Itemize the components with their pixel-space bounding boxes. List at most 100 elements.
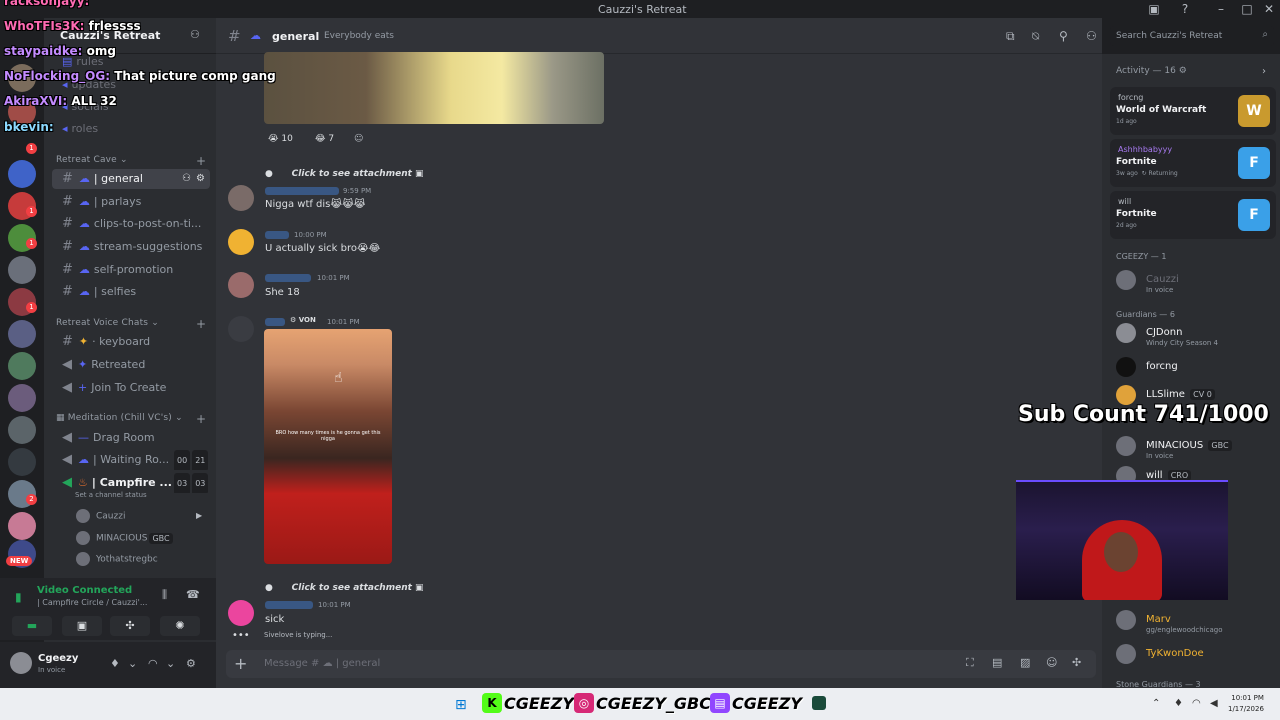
add-channel-icon[interactable]: + [196, 317, 206, 331]
members-icon[interactable]: ⚇ [1086, 29, 1097, 43]
avatar[interactable] [228, 600, 254, 626]
voice-channel-join-to-create[interactable]: ◀ + Join To Create [52, 378, 210, 398]
server-icon[interactable] [8, 448, 36, 476]
camera-button[interactable]: ▬ [12, 616, 52, 636]
disconnect-icon[interactable]: ☎ [186, 588, 200, 601]
message-text: Nigga wtf dis😹😹😹 [265, 199, 366, 210]
gear-icon[interactable]: ⚙ [196, 169, 205, 189]
headphones-icon[interactable]: ◠ [148, 657, 158, 670]
username[interactable] [265, 231, 289, 239]
server-icon[interactable] [8, 512, 36, 540]
minimize-icon[interactable]: – [1214, 2, 1228, 16]
chevron-down-icon[interactable]: ⌄ [166, 657, 175, 670]
gift-icon[interactable]: ⛶ [966, 656, 974, 670]
server-icon[interactable] [8, 320, 36, 348]
chevron-up-icon[interactable]: ⌃ [1152, 698, 1160, 709]
reaction[interactable]: 😂 7 [315, 134, 334, 144]
add-member-icon[interactable]: ⚇ [182, 169, 191, 189]
voice-user[interactable]: MINACIOUS GBC [76, 531, 173, 545]
app-icon[interactable] [812, 696, 826, 710]
channel-selfies[interactable]: # ☁ | selfies [52, 282, 210, 302]
maximize-icon[interactable]: □ [1240, 2, 1254, 16]
activity-card[interactable]: Ashhhbabyyy Fortnite 3w ago ↻ Returning … [1110, 139, 1276, 187]
settings-icon[interactable]: ⚙ [186, 657, 196, 670]
chevron-down-icon[interactable]: ⌄ [128, 657, 137, 670]
system-clock[interactable]: 10:01 PM 1/17/2026 [1228, 693, 1264, 715]
chevron-right-icon[interactable]: › [1262, 66, 1266, 77]
noise-icon[interactable]: ⫼ [162, 588, 167, 602]
threads-icon[interactable]: ⧉ [1006, 29, 1015, 44]
voice-channel-drag-room[interactable]: ◀ — Drag Room [52, 428, 210, 448]
volume-icon[interactable]: ◀ [1210, 698, 1218, 709]
avatar[interactable] [228, 272, 254, 298]
server-icon[interactable] [8, 160, 36, 188]
avatar[interactable] [228, 316, 254, 342]
voice-user[interactable]: Yothatstregbc [76, 552, 158, 566]
voice-user[interactable]: Cauzzi [76, 509, 125, 523]
reaction[interactable]: 😭 10 [268, 134, 293, 144]
inbox-icon[interactable]: ▣ [1147, 2, 1161, 16]
soundboard-button[interactable]: ✺ [160, 616, 200, 636]
category-retreat-voice[interactable]: Retreat Voice Chats ⌄ + [56, 317, 206, 331]
voice-channel-campfire[interactable]: ◀ ♨ | Campfire ... 03 03 [52, 473, 210, 493]
username[interactable] [265, 318, 285, 326]
avatar[interactable] [228, 229, 254, 255]
voice-channel-keyboard[interactable]: # ✦ · keyboard [52, 332, 210, 352]
microphone-icon[interactable]: ♦ [110, 657, 120, 670]
add-attachment-icon[interactable]: + [234, 654, 247, 673]
channel-clips[interactable]: # ☁ clips-to-post-on-ti... [52, 214, 210, 234]
voice-connected[interactable]: Video Connected [37, 585, 132, 596]
server-icon[interactable] [8, 256, 36, 284]
category-retreat-cave[interactable]: Retreat Cave ⌄ + [56, 154, 206, 168]
notification-icon[interactable]: ⍉ [1032, 29, 1039, 44]
avatar[interactable] [228, 185, 254, 211]
avatar [1116, 610, 1136, 630]
username[interactable] [265, 601, 313, 609]
gif-icon[interactable]: ▤ [992, 656, 1002, 669]
user-status: In voice [38, 666, 66, 674]
image-attachment[interactable]: BRO how many times is he gonna get this … [264, 329, 392, 564]
sticker-icon[interactable]: ▨ [1020, 656, 1030, 669]
channel-self-promotion[interactable]: # ☁ self-promotion [52, 260, 210, 280]
windows-start-icon[interactable]: ⊞ [455, 697, 467, 713]
category-meditation[interactable]: ▦ Meditation (Chill VC's) ⌄ + [56, 412, 206, 426]
server-icon[interactable] [8, 416, 36, 444]
voice-channel-retreated[interactable]: ◀ ✦ Retreated [52, 355, 210, 375]
channel-topic[interactable]: Everybody eats [324, 31, 394, 41]
search-input[interactable]: Search Cauzzi's Retreat ⌕ [1110, 26, 1274, 46]
message-input[interactable]: + Message # ☁ | general ⛶ ▤ ▨ ☺ ✣ [226, 650, 1096, 678]
server-icon[interactable] [8, 352, 36, 380]
add-reaction-icon[interactable]: ☺ [354, 134, 363, 144]
username[interactable] [265, 187, 339, 195]
close-icon[interactable]: ✕ [1262, 2, 1276, 16]
apps-icon[interactable]: ✣ [1072, 656, 1081, 669]
reply-preview[interactable]: ● Click to see attachment ▣ [265, 583, 424, 593]
channel-general[interactable]: # ☁ | general ⚇ ⚙ [52, 169, 210, 189]
server-icon[interactable] [8, 384, 36, 412]
voice-channel-path[interactable]: | Campfire Circle / Cauzzi'... [37, 598, 147, 607]
channel-roles[interactable]: ◂ roles [52, 119, 210, 139]
message-text: She 18 [265, 287, 300, 298]
activities-button[interactable]: ✣ [110, 616, 150, 636]
screen-share-button[interactable]: ▣ [62, 616, 102, 636]
channel-stream-suggestions[interactable]: # ☁ stream-suggestions [52, 237, 210, 257]
add-channel-icon[interactable]: + [196, 412, 206, 426]
channel-parlays[interactable]: # ☁ | parlays [52, 192, 210, 212]
pin-icon[interactable]: ⚲ [1059, 29, 1068, 43]
emoji-icon[interactable]: ☺ [1046, 656, 1057, 669]
help-icon[interactable]: ? [1178, 2, 1192, 16]
add-user-icon[interactable]: ⚇ [190, 28, 200, 41]
wifi-icon[interactable]: ◠ [1192, 698, 1201, 709]
activity-card[interactable]: will Fortnite 2d ago F [1110, 191, 1276, 239]
channel-status[interactable]: Set a channel status [75, 491, 147, 499]
add-channel-icon[interactable]: + [196, 154, 206, 168]
reply-preview[interactable]: ● Click to see attachment ▣ [265, 169, 424, 179]
voice-channel-waiting-room[interactable]: ◀ ☁ | Waiting Ro... 00 21 [52, 450, 210, 470]
avatar[interactable] [10, 652, 32, 674]
cloud-icon: ☁ [78, 217, 90, 230]
activity-user: Ashhhbabyyy [1118, 145, 1173, 154]
username[interactable] [265, 274, 311, 282]
microphone-icon[interactable]: ♦ [1174, 698, 1183, 709]
image-attachment[interactable] [264, 52, 604, 124]
activity-card[interactable]: forcng World of Warcraft 1d ago W [1110, 87, 1276, 135]
